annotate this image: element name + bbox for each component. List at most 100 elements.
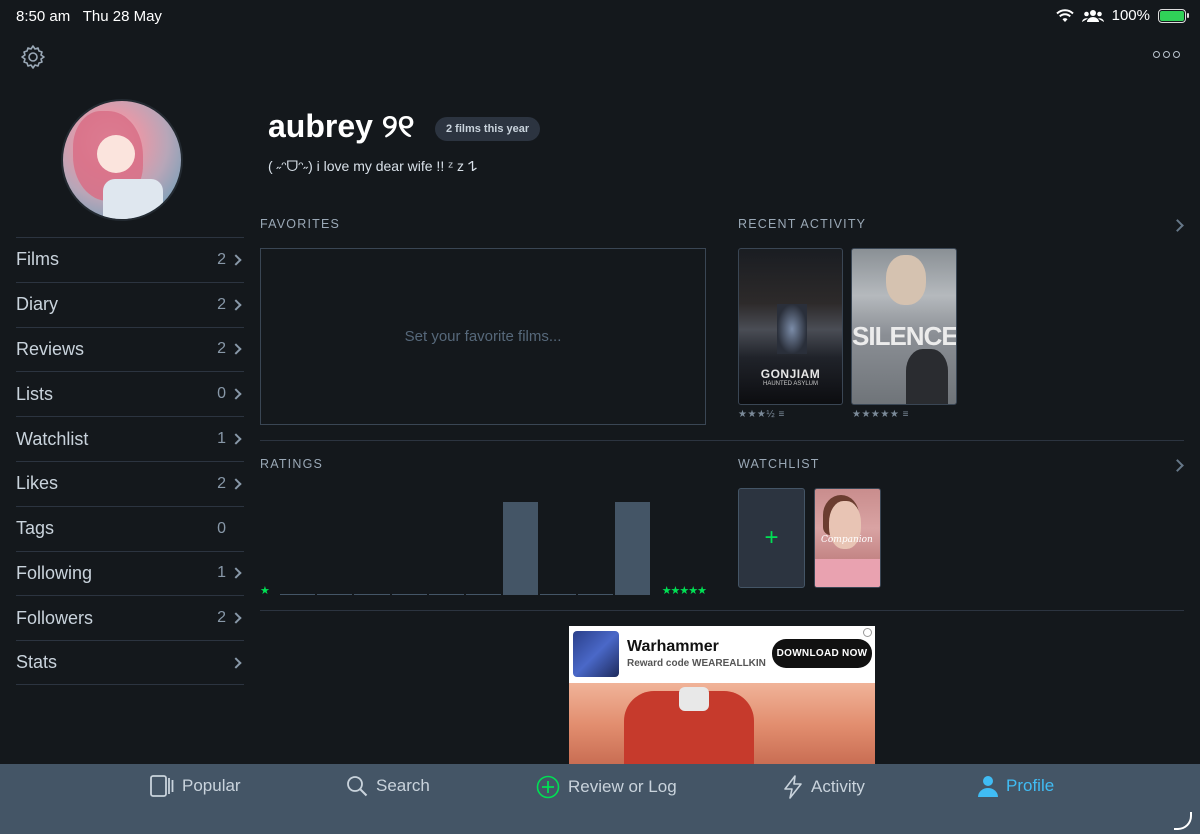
- rating-baseline: [391, 594, 427, 595]
- chevron-right-icon: [230, 388, 242, 400]
- watchlist-chevron-icon[interactable]: [1171, 459, 1184, 472]
- sidebar-item-followers[interactable]: Followers 2: [16, 595, 244, 640]
- sidebar-item-likes[interactable]: Likes 2: [16, 460, 244, 506]
- status-indicators: 100%: [1055, 7, 1189, 24]
- sidebar-item-watchlist[interactable]: Watchlist 1: [16, 416, 244, 461]
- username: aubrey ୨୧: [268, 108, 415, 144]
- sidebar-item-count: 2: [217, 609, 226, 627]
- tab-review-or-log[interactable]: Review or Log: [536, 775, 677, 799]
- poster-rating: ★★★½ ≡: [738, 409, 785, 420]
- divider: [260, 610, 1184, 611]
- date-label: Thu 28 May: [82, 8, 162, 25]
- rating-baseline: [466, 594, 502, 595]
- sidebar-item-tags[interactable]: Tags 0: [16, 505, 244, 551]
- recent-activity-chevron-icon[interactable]: [1171, 219, 1184, 232]
- poster-title: SILENCED: [852, 321, 957, 351]
- search-icon: [347, 776, 368, 797]
- sidebar-item-count: 1: [217, 564, 226, 582]
- sidebar-item-right: 2: [217, 609, 244, 627]
- profile-bio: ( ˶ᵔᗜᵔ˶) i love my dear wife !! ᶻ z 𐰁: [268, 158, 478, 174]
- tab-label: Popular: [182, 776, 241, 795]
- sidebar-item-right: 2: [217, 475, 244, 493]
- avatar[interactable]: [61, 99, 183, 221]
- chevron-right-icon: [230, 612, 242, 624]
- ad-download-button[interactable]: DOWNLOAD NOW: [772, 639, 872, 668]
- poster-title: GONJIAM: [760, 367, 821, 381]
- status-time: 8:50 am Thu 28 May: [16, 8, 162, 25]
- rating-baseline: [280, 594, 316, 595]
- sidebar-item-right: 2: [217, 340, 244, 358]
- sidebar-item-films[interactable]: Films 2: [16, 237, 244, 282]
- rating-bar-5[interactable]: [614, 502, 650, 594]
- lightning-icon: [784, 775, 802, 799]
- divider: [260, 440, 1184, 441]
- popular-icon: [150, 775, 174, 797]
- more-options-icon[interactable]: [1153, 51, 1180, 58]
- poster-companion[interactable]: Companion: [814, 488, 881, 588]
- chevron-right-icon: [230, 299, 242, 311]
- chevron-right-icon: [230, 254, 242, 266]
- plus-icon: +: [764, 524, 779, 551]
- ad-title: Warhammer: [627, 638, 719, 655]
- person-icon: [978, 776, 998, 797]
- sidebar-item-count: 2: [217, 250, 226, 268]
- resize-handle-icon: [1174, 812, 1192, 830]
- tab-search[interactable]: Search: [346, 775, 430, 797]
- sidebar-item-count: 2: [217, 295, 226, 313]
- tab-activity[interactable]: Activity: [783, 775, 865, 799]
- tab-label: Profile: [1006, 776, 1055, 795]
- sidebar-item-label: Watchlist: [16, 428, 89, 449]
- ad-banner[interactable]: Warhammer Reward code WEAREALLKIN DOWNLO…: [569, 626, 875, 766]
- ad-app-icon: [573, 630, 619, 677]
- sidebar-item-right: 1: [217, 564, 244, 582]
- watchlist-title: WATCHLIST: [738, 457, 820, 471]
- chevron-right-icon: [230, 567, 242, 580]
- sidebar-item-label: Films: [16, 249, 59, 270]
- tab-label: Review or Log: [568, 777, 677, 796]
- sidebar-item-stats[interactable]: Stats: [16, 640, 244, 685]
- tab-label: Activity: [811, 777, 865, 796]
- sidebar-item-count: 0: [217, 519, 226, 537]
- sidebar-item-right: 0: [217, 385, 244, 403]
- min-rating-star: ★: [260, 585, 270, 597]
- ad-image[interactable]: [569, 683, 875, 766]
- sidebar-item-diary[interactable]: Diary 2: [16, 281, 244, 327]
- films-this-year-badge: 2 films this year: [435, 117, 541, 141]
- ad-subtitle: Reward code WEAREALLKIN: [627, 658, 766, 669]
- sidebar-item-right: 1: [217, 430, 244, 448]
- poster-gonjiam[interactable]: GONJIAM HAUNTED ASYLUM: [738, 248, 843, 405]
- favorites-placeholder: Set your favorite films...: [404, 328, 562, 345]
- sidebar-item-reviews[interactable]: Reviews 2: [16, 326, 244, 372]
- poster-subtitle: HAUNTED ASYLUM: [762, 381, 818, 387]
- gear-icon[interactable]: [20, 44, 46, 70]
- tab-profile[interactable]: Profile: [978, 775, 1054, 797]
- sidebar-item-label: Following: [16, 562, 93, 583]
- tab-popular[interactable]: Popular: [150, 775, 241, 797]
- chevron-right-icon: [230, 433, 242, 445]
- sidebar-item-label: Followers: [16, 607, 94, 628]
- ad-info-icon[interactable]: [863, 628, 872, 637]
- sidebar-item-right: 2: [217, 251, 244, 269]
- poster-silenced[interactable]: SILENCED: [851, 248, 957, 405]
- rating-bar-3.5[interactable]: [503, 502, 539, 594]
- time-label: 8:50 am: [16, 8, 71, 25]
- watchlist-add-button[interactable]: +: [738, 488, 805, 588]
- ratings-title: RATINGS: [260, 457, 324, 471]
- people-icon: [1081, 9, 1104, 22]
- favorites-box[interactable]: Set your favorite films...: [260, 248, 706, 425]
- sidebar-item-count: 2: [217, 340, 226, 358]
- battery-icon: [1158, 8, 1189, 23]
- sidebar-item-right: [226, 656, 244, 669]
- sidebar-item-right: 2: [217, 296, 244, 314]
- chevron-right-icon: [230, 343, 242, 356]
- sidebar-item-following[interactable]: Following 1: [16, 550, 244, 596]
- max-rating-stars: ★★★★★: [661, 585, 707, 597]
- sidebar-item-label: Likes: [16, 473, 59, 494]
- sidebar-item-lists[interactable]: Lists 0: [16, 371, 244, 416]
- profile-menu: Films 2 Diary 2 Reviews 2 Lists 0 Watchlist 1 Like…: [16, 237, 244, 685]
- rating-baseline: [317, 594, 353, 595]
- sidebar-item-count: 2: [217, 474, 226, 492]
- sidebar-item-label: Lists: [16, 383, 54, 404]
- sidebar-item-label: Reviews: [16, 338, 85, 359]
- favorites-title: FAVORITES: [260, 217, 341, 231]
